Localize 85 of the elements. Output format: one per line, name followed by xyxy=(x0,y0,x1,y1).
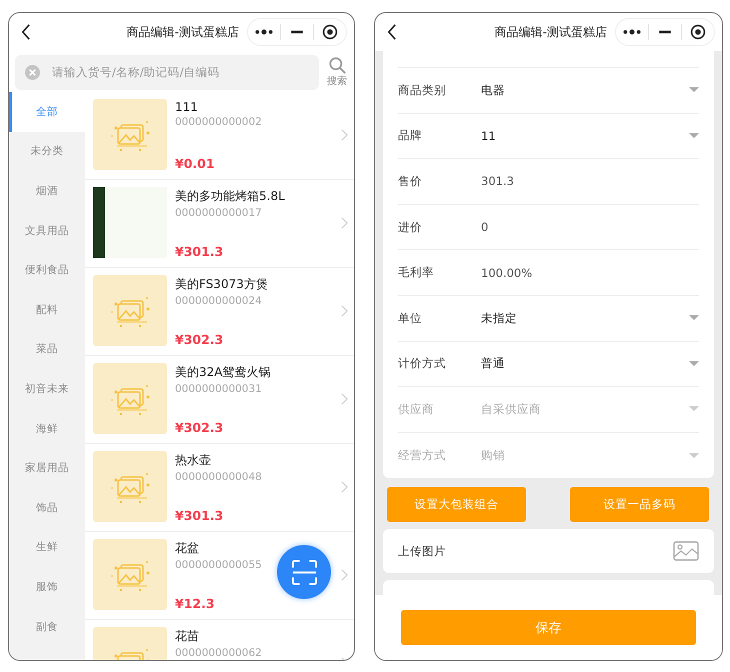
field-label: 供应商 xyxy=(398,402,435,417)
window-title: 商品编辑-测试蛋糕店 xyxy=(126,24,240,40)
product-name: 花苗 xyxy=(175,628,200,645)
select-field[interactable]: 11 xyxy=(481,128,689,143)
product-row[interactable]: 111 0000000000002 ¥0.01 xyxy=(85,92,354,180)
category-item[interactable]: 便利食品 xyxy=(9,250,85,290)
field-label: 进价 xyxy=(398,220,423,235)
product-code: 0000000000031 xyxy=(175,383,263,395)
category-item[interactable]: 服饰 xyxy=(9,567,85,607)
field-label: 单位 xyxy=(398,310,423,326)
category-item[interactable]: 菜品 xyxy=(9,330,85,370)
product-name: 111 xyxy=(175,100,199,114)
chevron-icon xyxy=(341,393,348,405)
product-code: 0000000000062 xyxy=(175,647,262,659)
chevron-icon xyxy=(341,569,348,581)
caret-icon xyxy=(689,452,699,459)
close-icon[interactable] xyxy=(320,24,340,40)
category-item[interactable]: 饰品 xyxy=(9,488,85,528)
action-button[interactable]: 设置大包装组合 xyxy=(387,487,526,522)
product-price: ¥0.01 xyxy=(175,156,216,171)
category-item[interactable]: 海鲜 xyxy=(9,408,85,448)
field-value: 301.3 xyxy=(481,174,515,188)
search-icon xyxy=(328,56,346,74)
category-item[interactable]: 初音未来 xyxy=(9,369,85,409)
category-item[interactable]: 未分类 xyxy=(9,132,85,172)
category-item[interactable]: 文具用品 xyxy=(9,210,85,250)
caret-icon xyxy=(689,132,699,139)
product-code: 0000000000048 xyxy=(175,471,262,483)
field-label: 经营方式 xyxy=(398,448,447,464)
chevron-icon xyxy=(341,217,348,229)
select-field[interactable]: 普通 xyxy=(481,356,689,372)
product-price: ¥302.3 xyxy=(175,420,224,435)
scan-button[interactable] xyxy=(277,545,331,599)
category-item[interactable]: 生鲜 xyxy=(9,528,85,568)
product-name: 美的FS3073方煲 xyxy=(175,276,268,293)
product-name: 热水壶 xyxy=(175,452,212,469)
field-value: 100.00% xyxy=(481,266,534,280)
category-item[interactable]: 副食 xyxy=(9,606,85,646)
back-icon[interactable] xyxy=(387,24,397,40)
caret-icon xyxy=(689,406,699,412)
caret-icon xyxy=(689,315,699,322)
field-label: 售价 xyxy=(398,174,423,189)
product-price: ¥301.3 xyxy=(175,508,224,523)
field-label: 计价方式 xyxy=(398,356,447,372)
product-code: 0000000000002 xyxy=(175,116,262,128)
category-item[interactable]: 烟酒 xyxy=(9,171,85,211)
save-button[interactable]: 保存 xyxy=(401,610,696,645)
product-row[interactable]: 花苗 0000000000062 xyxy=(85,620,354,660)
select-field: 自采供应商 xyxy=(481,402,689,417)
search-button[interactable]: 搜索 xyxy=(325,56,349,88)
product-code: 0000000000055 xyxy=(175,559,262,571)
product-row[interactable]: 美的FS3073方煲 0000000000024 ¥302.3 xyxy=(85,268,354,356)
product-row[interactable]: 美的32A鸳鸯火锅 0000000000031 ¥302.3 xyxy=(85,356,354,444)
product-code: 0000000000024 xyxy=(175,295,263,307)
field-label: 毛利率 xyxy=(398,265,435,280)
select-field: 购销 xyxy=(481,448,689,464)
scan-icon xyxy=(290,558,318,586)
chevron-icon xyxy=(341,481,348,493)
search-field[interactable]: 请输入货号/名称/助记码/自编码 xyxy=(15,54,319,90)
category-item[interactable]: 配料 xyxy=(9,290,85,330)
product-name: 美的多功能烤箱5.8L xyxy=(175,188,285,205)
field-label: 商品类别 xyxy=(398,82,447,98)
field-label: 品牌 xyxy=(398,128,423,144)
category-item[interactable]: 全部 xyxy=(9,92,85,132)
product-name: 花盆 xyxy=(175,540,200,557)
back-icon[interactable] xyxy=(21,24,31,40)
upload-row[interactable]: 上传图片 xyxy=(383,529,714,574)
product-row[interactable]: 热水壶 0000000000048 ¥301.3 xyxy=(85,444,354,532)
field-value: 0 xyxy=(481,220,490,234)
chevron-icon xyxy=(341,129,348,141)
product-name: 美的32A鸳鸯火锅 xyxy=(175,364,270,381)
category-item[interactable]: 家居用品 xyxy=(9,448,85,488)
close-icon[interactable] xyxy=(688,24,708,40)
product-row[interactable]: 美的多功能烤箱5.8L 0000000000017 ¥301.3 xyxy=(85,180,354,268)
product-price: ¥301.3 xyxy=(175,244,224,259)
chevron-icon xyxy=(341,305,348,317)
select-field[interactable]: 未指定 xyxy=(481,310,689,326)
product-price: ¥12.3 xyxy=(175,596,216,611)
caret-icon xyxy=(689,87,699,94)
action-button[interactable]: 设置一品多码 xyxy=(570,487,709,522)
caret-icon xyxy=(689,360,699,367)
window-title: 商品编辑-测试蛋糕店 xyxy=(494,24,608,40)
product-code: 0000000000017 xyxy=(175,207,263,219)
select-field[interactable]: 电器 xyxy=(481,82,689,98)
product-price: ¥302.3 xyxy=(175,332,224,347)
